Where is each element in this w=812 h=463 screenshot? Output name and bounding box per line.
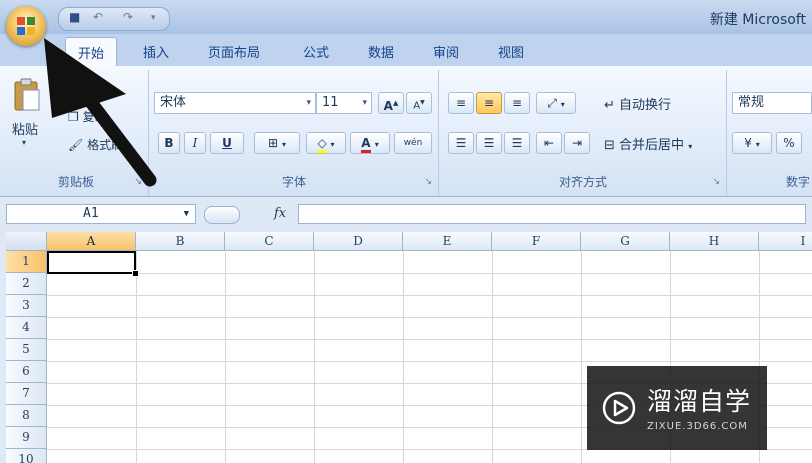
office-button[interactable] xyxy=(6,6,46,46)
watermark-badge: 溜溜自学 ZIXUE.3D66.COM xyxy=(587,366,767,450)
office-logo-icon xyxy=(17,17,35,35)
watermark-title: 溜溜自学 xyxy=(647,387,752,416)
play-logo-icon xyxy=(602,391,636,425)
watermark-url: ZIXUE.3D66.COM xyxy=(647,421,748,432)
